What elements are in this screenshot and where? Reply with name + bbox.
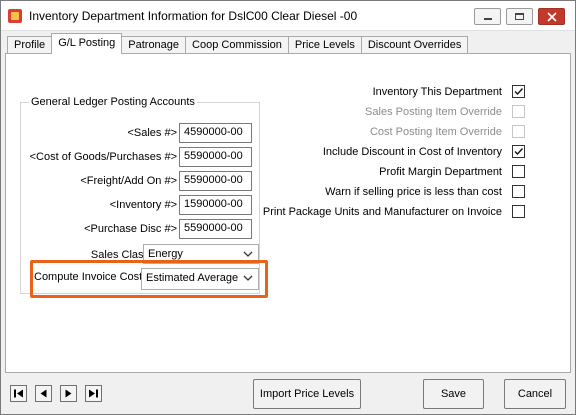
gl-posting-panel: General Ledger Posting Accounts <Sales #… (5, 53, 571, 373)
minimize-button[interactable] (474, 8, 501, 25)
dialog-window: Inventory Department Information for Dsl… (0, 0, 576, 415)
compute-invoice-cost-value: Estimated Average (146, 272, 239, 284)
tab-strip: Profile G/L Posting Patronage Coop Commi… (7, 33, 469, 54)
maximize-button[interactable] (506, 8, 533, 25)
sales-posting-override-label: Sales Posting Item Override (365, 106, 502, 118)
compute-invoice-cost-select[interactable]: Estimated Average (141, 268, 259, 290)
tab-profile[interactable]: Profile (7, 36, 53, 54)
sales-posting-override-checkbox[interactable] (512, 105, 525, 118)
profit-margin-dept-checkbox[interactable] (512, 165, 525, 178)
print-package-units-label: Print Package Units and Manufacturer on … (262, 206, 502, 218)
gl-accounts-title: General Ledger Posting Accounts (29, 96, 197, 108)
compute-invoice-cost-label: Compute Invoice Cost (34, 271, 143, 283)
tab-patronage[interactable]: Patronage (121, 36, 187, 54)
inventory-account-label: <Inventory #> (109, 199, 177, 211)
minimize-icon (483, 18, 492, 20)
warn-price-below-cost-checkbox[interactable] (512, 185, 525, 198)
freight-account-label: <Freight/Add On #> (80, 175, 177, 187)
freight-account-input[interactable]: 5590000-00 (179, 171, 252, 191)
cogs-account-input[interactable]: 5590000-00 (179, 147, 252, 167)
include-discount-label: Include Discount in Cost of Inventory (322, 146, 502, 158)
cost-posting-override-checkbox[interactable] (512, 125, 525, 138)
tab-gl-posting[interactable]: G/L Posting (51, 33, 123, 54)
previous-record-button[interactable] (35, 385, 52, 402)
cost-posting-override-label: Cost Posting Item Override (369, 126, 502, 138)
maximize-icon (515, 13, 524, 20)
cogs-account-label: <Cost of Goods/Purchases #> (29, 151, 177, 163)
last-record-icon (89, 389, 98, 398)
chevron-down-icon (243, 251, 253, 257)
app-icon (8, 9, 22, 23)
inventory-this-dept-label: Inventory This Department (372, 86, 502, 98)
previous-record-icon (40, 389, 47, 398)
tab-price-levels[interactable]: Price Levels (287, 36, 362, 54)
purchase-disc-account-input[interactable]: 5590000-00 (179, 219, 252, 239)
include-discount-checkbox[interactable] (512, 145, 525, 158)
inventory-account-input[interactable]: 1590000-00 (179, 195, 252, 215)
close-button[interactable] (538, 8, 565, 25)
close-icon (546, 11, 557, 22)
tab-discount-overrides[interactable]: Discount Overrides (360, 36, 469, 54)
profit-margin-dept-label: Profit Margin Department (379, 166, 502, 178)
print-package-units-checkbox[interactable] (512, 205, 525, 218)
compute-invoice-cost-highlight: Compute Invoice Cost Estimated Average (30, 260, 268, 298)
title-bar: Inventory Department Information for Dsl… (1, 1, 575, 31)
chevron-down-icon (243, 275, 253, 281)
purchase-disc-account-label: <Purchase Disc #> (84, 223, 177, 235)
checkmark-icon (514, 88, 524, 96)
next-record-icon (65, 389, 72, 398)
import-price-levels-button[interactable]: Import Price Levels (253, 379, 361, 409)
first-record-button[interactable] (10, 385, 27, 402)
sales-account-input[interactable]: 4590000-00 (179, 123, 252, 143)
window-title: Inventory Department Information for Dsl… (29, 9, 358, 23)
tab-coop-commission[interactable]: Coop Commission (185, 36, 289, 54)
save-button[interactable]: Save (423, 379, 484, 409)
checkmark-icon (514, 148, 524, 156)
inventory-this-dept-checkbox[interactable] (512, 85, 525, 98)
sales-account-label: <Sales #> (127, 127, 177, 139)
last-record-button[interactable] (85, 385, 102, 402)
first-record-icon (14, 389, 23, 398)
sales-class-value: Energy (148, 248, 183, 260)
warn-price-below-cost-label: Warn if selling price is less than cost (325, 186, 502, 198)
cancel-button[interactable]: Cancel (504, 379, 566, 409)
next-record-button[interactable] (60, 385, 77, 402)
